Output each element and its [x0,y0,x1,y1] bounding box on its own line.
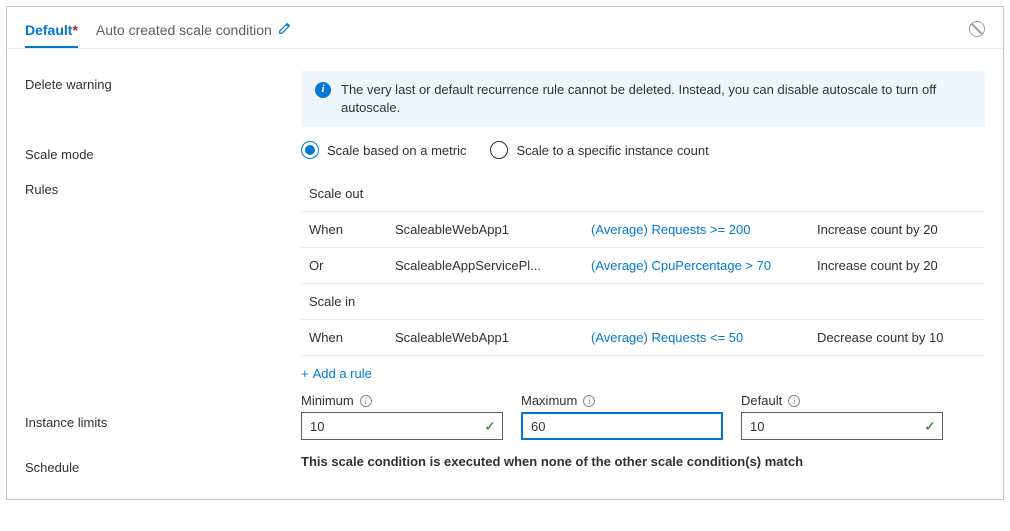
add-rule-label: Add a rule [313,366,372,381]
limit-minimum-label: Minimum [301,393,354,408]
limit-minimum-input-wrap: ✓ [301,412,503,440]
rule-action: Increase count by 20 [817,258,977,273]
edit-icon[interactable] [278,21,292,38]
add-rule-button[interactable]: + Add a rule [301,356,372,389]
rule-row[interactable]: When ScaleableWebApp1 (Average) Requests… [301,320,985,356]
condition-title-tab[interactable]: Default* [25,22,78,48]
block-icon[interactable] [969,21,985,37]
limit-default-label: Default [741,393,782,408]
row-schedule: Schedule This scale condition is execute… [25,454,985,475]
label-rules: Rules [25,176,301,197]
condition-subtitle: Auto created scale condition [96,22,272,38]
radio-label: Scale to a specific instance count [516,143,708,158]
limit-maximum: Maximum i [521,393,723,440]
radio-scale-count[interactable]: Scale to a specific instance count [490,141,708,159]
rule-action: Decrease count by 10 [817,330,977,345]
condition-title: Default [25,22,72,38]
rule-resource: ScaleableWebApp1 [395,222,585,237]
limit-minimum: Minimum i ✓ [301,393,503,440]
rule-resource: ScaleableAppServicePl... [395,258,585,273]
label-delete-warning: Delete warning [25,71,301,92]
rule-row[interactable]: Or ScaleableAppServicePl... (Average) Cp… [301,248,985,284]
info-banner-text: The very last or default recurrence rule… [341,81,971,117]
info-hint-icon[interactable]: i [583,395,595,407]
limit-maximum-input[interactable] [523,419,721,434]
limit-default-input-wrap: ✓ [741,412,943,440]
limit-default-input[interactable] [742,419,942,434]
limit-maximum-input-wrap [521,412,723,440]
radio-outer-icon [301,141,319,159]
rule-condition-link[interactable]: (Average) Requests >= 200 [591,222,750,237]
rules-section-scale-out: Scale out [301,176,985,212]
label-instance-limits: Instance limits [25,393,301,430]
radio-outer-icon [490,141,508,159]
info-hint-icon[interactable]: i [788,395,800,407]
limit-maximum-label: Maximum [521,393,577,408]
rules-section-scale-in: Scale in [301,284,985,320]
radio-scale-metric[interactable]: Scale based on a metric [301,141,466,159]
rule-when: Or [309,258,389,273]
required-marker: * [72,22,77,38]
info-hint-icon[interactable]: i [360,395,372,407]
info-icon: i [315,82,331,98]
rule-when: When [309,330,389,345]
plus-icon: + [301,366,309,381]
rule-condition-link[interactable]: (Average) CpuPercentage > 70 [591,258,771,273]
scale-mode-radio-group: Scale based on a metric Scale to a speci… [301,141,985,159]
row-scale-mode: Scale mode Scale based on a metric Scale… [25,141,985,162]
info-banner: i The very last or default recurrence ru… [301,71,985,127]
label-scale-mode: Scale mode [25,141,301,162]
row-rules: Rules Scale out When ScaleableWebApp1 (A… [25,176,985,389]
row-instance-limits: Instance limits Minimum i ✓ [25,393,985,440]
limit-default: Default i ✓ [741,393,943,440]
rules-table: Scale out When ScaleableWebApp1 (Average… [301,176,985,389]
rule-action: Increase count by 20 [817,222,977,237]
scale-condition-card: Default* Auto created scale condition De… [6,6,1004,500]
radio-label: Scale based on a metric [327,143,466,158]
card-header: Default* Auto created scale condition [7,7,1003,49]
rule-when: When [309,222,389,237]
rule-condition-link[interactable]: (Average) Requests <= 50 [591,330,743,345]
label-schedule: Schedule [25,454,301,475]
rule-row[interactable]: When ScaleableWebApp1 (Average) Requests… [301,212,985,248]
limit-minimum-input[interactable] [302,419,502,434]
row-delete-warning: Delete warning i The very last or defaul… [25,71,985,127]
card-body: Delete warning i The very last or defaul… [7,49,1003,499]
schedule-text: This scale condition is executed when no… [301,454,803,469]
instance-limits: Minimum i ✓ Maximum i [301,393,985,440]
rule-resource: ScaleableWebApp1 [395,330,585,345]
